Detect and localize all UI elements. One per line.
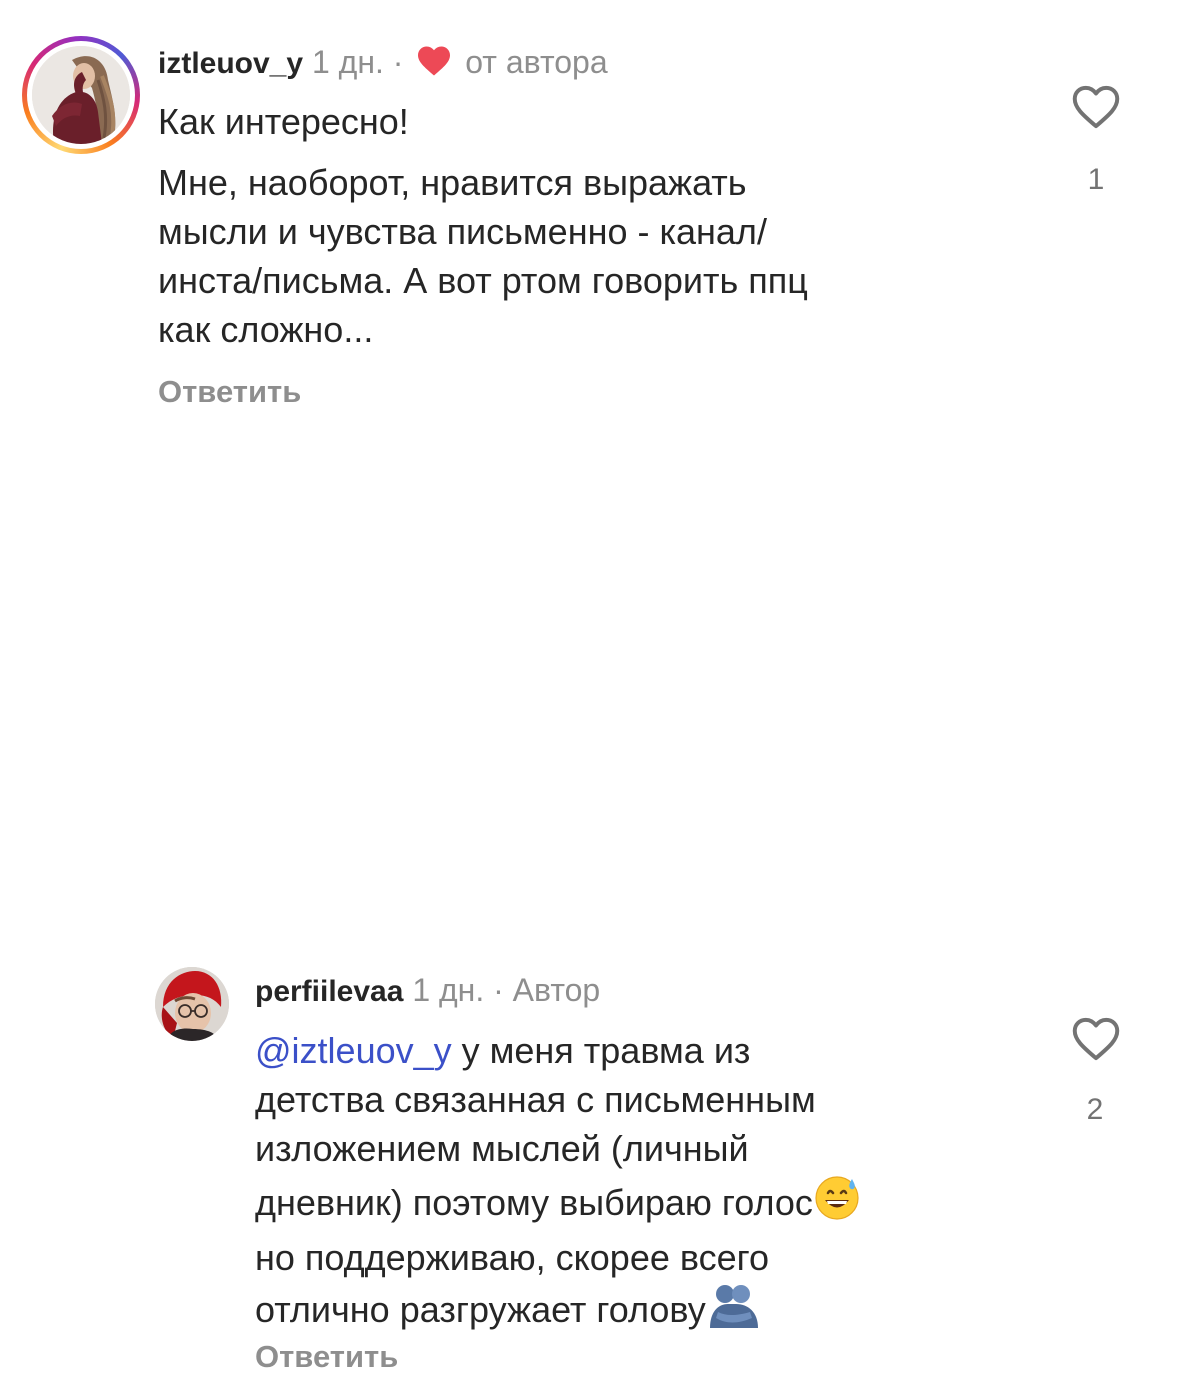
comment-line: Мне, наоборот, нравится выражать <box>158 162 747 203</box>
comment-text: Мне, наоборот, нравится выражать мысли и… <box>158 158 1018 354</box>
author-liked-label: от автора <box>465 44 608 80</box>
reply-button[interactable]: Ответить <box>255 1337 398 1377</box>
comment-text: Как интересно! <box>158 97 1018 146</box>
timestamp: 1 дн. <box>412 972 485 1008</box>
like-button[interactable] <box>1071 84 1121 130</box>
comment-line: как сложно... <box>158 309 374 350</box>
comment-header: iztleuov_y 1 дн. · от автора <box>158 42 608 86</box>
comment-line: детства связанная с письменным <box>255 1079 816 1120</box>
comment-line: дневник) поэтому выбираю голос <box>255 1173 1035 1233</box>
comment-text: @iztleuov_y у меня травма из детства свя… <box>255 1026 1035 1340</box>
avatar-photo <box>32 46 130 144</box>
comment-line: @iztleuov_y у меня травма из <box>255 1030 751 1071</box>
author-badge: Автор <box>512 972 601 1008</box>
heart-outline-icon <box>1072 1017 1120 1061</box>
username[interactable]: perfiilevaa <box>255 975 403 1008</box>
grinning-face-with-sweat-icon <box>813 1173 861 1233</box>
like-count: 1 <box>1087 163 1105 196</box>
mention-link[interactable]: @iztleuov_y <box>255 1030 452 1071</box>
avatar-iztleuov-y[interactable] <box>22 36 140 154</box>
comment-line: мысли и чувства письменно - канал/ <box>158 211 767 252</box>
comment-line: отлично разгружает голову <box>255 1282 1035 1340</box>
comment-line: инста/письма. А вот ртом говорить ппц <box>158 260 808 301</box>
heart-outline-icon <box>1072 85 1120 129</box>
reply-button[interactable]: Ответить <box>158 372 301 412</box>
like-count: 2 <box>1086 1093 1104 1126</box>
avatar-photo <box>155 967 229 1041</box>
comment-line: Как интересно! <box>158 101 409 142</box>
separator-dot: · <box>493 972 504 1008</box>
comment-line: но поддерживаю, скорее всего <box>255 1237 769 1278</box>
comment-iztleuov-y: iztleuov_y 1 дн. · от автора Как интерес… <box>0 0 1179 440</box>
people-hugging-icon <box>706 1282 762 1340</box>
heart-filled-icon <box>416 45 452 86</box>
comment-line: изложением мыслей (личный <box>255 1128 749 1169</box>
separator-dot: · <box>392 44 404 80</box>
comment-perfiilevaa: perfiilevaa 1 дн. · Автор @iztleuov_y у … <box>0 470 1179 1374</box>
timestamp: 1 дн. <box>311 44 384 80</box>
avatar-perfiilevaa[interactable] <box>155 967 229 1041</box>
username[interactable]: iztleuov_y <box>158 47 303 80</box>
comment-header: perfiilevaa 1 дн. · Автор <box>255 970 600 1012</box>
like-button[interactable] <box>1071 1016 1121 1062</box>
